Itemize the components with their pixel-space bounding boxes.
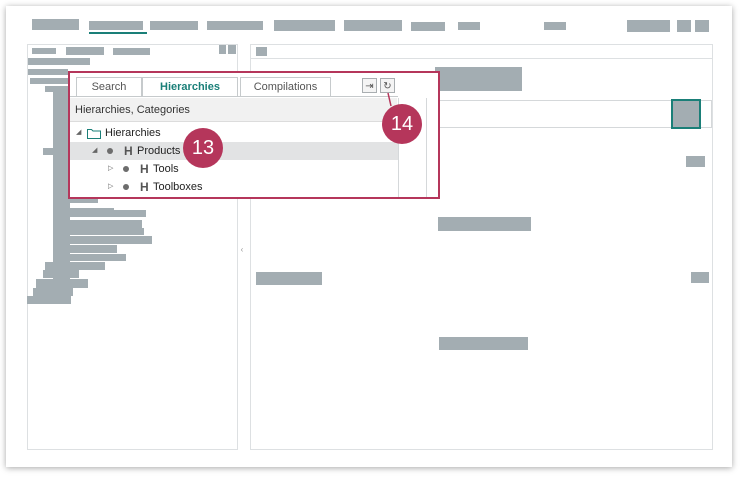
tab-compilations[interactable]: Compilations bbox=[240, 77, 331, 97]
menu-placeholder-4[interactable] bbox=[207, 21, 263, 30]
right-placeholder-1 bbox=[686, 156, 705, 167]
left-tree-placeholder-g bbox=[70, 236, 152, 244]
hierarchy-icon: H bbox=[140, 162, 149, 176]
tab-strip-divider bbox=[70, 96, 398, 97]
bullet-icon bbox=[123, 184, 129, 190]
menu-placeholder-6[interactable] bbox=[344, 20, 402, 31]
menu-placeholder-3[interactable] bbox=[150, 21, 198, 30]
left-tree-placeholder-j bbox=[45, 262, 105, 270]
hierarchy-icon: H bbox=[124, 144, 133, 158]
right-tool-placeholder[interactable] bbox=[256, 47, 267, 56]
collapse-arrow-icon[interactable]: ▷ bbox=[108, 160, 113, 178]
right-header-divider bbox=[250, 58, 713, 59]
right-input-field[interactable] bbox=[424, 100, 712, 128]
bullet-icon bbox=[107, 148, 113, 154]
callout-divider-2 bbox=[426, 98, 427, 197]
folder-icon bbox=[87, 129, 101, 139]
left-row-placeholder-2 bbox=[28, 69, 68, 75]
left-tree-placeholder-i bbox=[70, 254, 126, 261]
tree-row-tools[interactable]: ▷ H Tools bbox=[70, 160, 398, 178]
breadcrumb: Hierarchies, Categories bbox=[70, 98, 397, 122]
left-row-placeholder-1 bbox=[28, 58, 90, 65]
menu-placeholder-2[interactable] bbox=[89, 21, 143, 30]
hierarchy-icon: H bbox=[140, 180, 149, 194]
left-tree-placeholder-a bbox=[43, 148, 70, 155]
active-menu-underline bbox=[89, 32, 147, 34]
tab-hierarchies[interactable]: Hierarchies bbox=[142, 77, 238, 97]
left-tab-placeholder-1[interactable] bbox=[32, 48, 56, 54]
left-tree-placeholder-n bbox=[27, 296, 71, 304]
right-placeholder-3 bbox=[256, 272, 322, 285]
bullet-icon bbox=[123, 166, 129, 172]
left-tree-placeholder-l bbox=[36, 279, 88, 288]
left-tab-placeholder-2[interactable] bbox=[66, 47, 104, 55]
tree-label: Products bbox=[137, 145, 181, 157]
tree-row-products[interactable]: ◢ H Products bbox=[70, 142, 398, 160]
expand-arrow-icon[interactable]: ◢ bbox=[92, 142, 97, 160]
step-badge-14: 14 bbox=[382, 104, 422, 144]
right-action-button[interactable] bbox=[671, 99, 701, 129]
menu-placeholder-12[interactable] bbox=[695, 20, 709, 32]
menu-placeholder-1[interactable] bbox=[32, 19, 79, 30]
collapse-arrow-icon[interactable]: ▷ bbox=[108, 178, 113, 196]
step-badge-13: 13 bbox=[183, 128, 223, 168]
export-icon[interactable]: ⇥ bbox=[362, 78, 377, 93]
left-tool-placeholder-2[interactable] bbox=[228, 45, 236, 54]
right-placeholder-4 bbox=[691, 272, 709, 283]
left-tab-placeholder-3[interactable] bbox=[113, 48, 150, 55]
left-tool-placeholder-1[interactable] bbox=[219, 45, 226, 54]
menu-placeholder-9[interactable] bbox=[544, 22, 566, 30]
left-tree-placeholder-f bbox=[70, 228, 144, 235]
right-placeholder-2 bbox=[438, 217, 531, 231]
tree-label: Tools bbox=[153, 163, 179, 175]
menu-placeholder-7[interactable] bbox=[411, 22, 445, 31]
left-tree-placeholder-e bbox=[70, 220, 142, 228]
tree-row-hierarchies[interactable]: ◢ Hierarchies bbox=[70, 124, 398, 142]
panel-splitter[interactable]: ‹ bbox=[240, 245, 244, 255]
left-tree-placeholder-k bbox=[43, 270, 79, 278]
menu-placeholder-5[interactable] bbox=[274, 20, 335, 31]
tree-row-toolboxes[interactable]: ▷ H Toolboxes bbox=[70, 178, 398, 196]
menu-placeholder-11[interactable] bbox=[677, 20, 691, 32]
left-row-placeholder-3 bbox=[30, 78, 70, 84]
right-placeholder-5 bbox=[439, 337, 528, 350]
left-tree-placeholder-d bbox=[70, 210, 146, 217]
left-tree-placeholder-h bbox=[70, 245, 117, 253]
menu-placeholder-10[interactable] bbox=[627, 20, 670, 32]
tree-label: Hierarchies bbox=[105, 127, 161, 139]
expand-arrow-icon[interactable]: ◢ bbox=[76, 124, 81, 142]
tab-search[interactable]: Search bbox=[76, 77, 142, 97]
right-title-placeholder bbox=[435, 67, 522, 91]
menu-placeholder-8[interactable] bbox=[458, 22, 480, 30]
tree-label: Toolboxes bbox=[153, 181, 203, 193]
left-tree-placeholder-m bbox=[33, 288, 73, 296]
